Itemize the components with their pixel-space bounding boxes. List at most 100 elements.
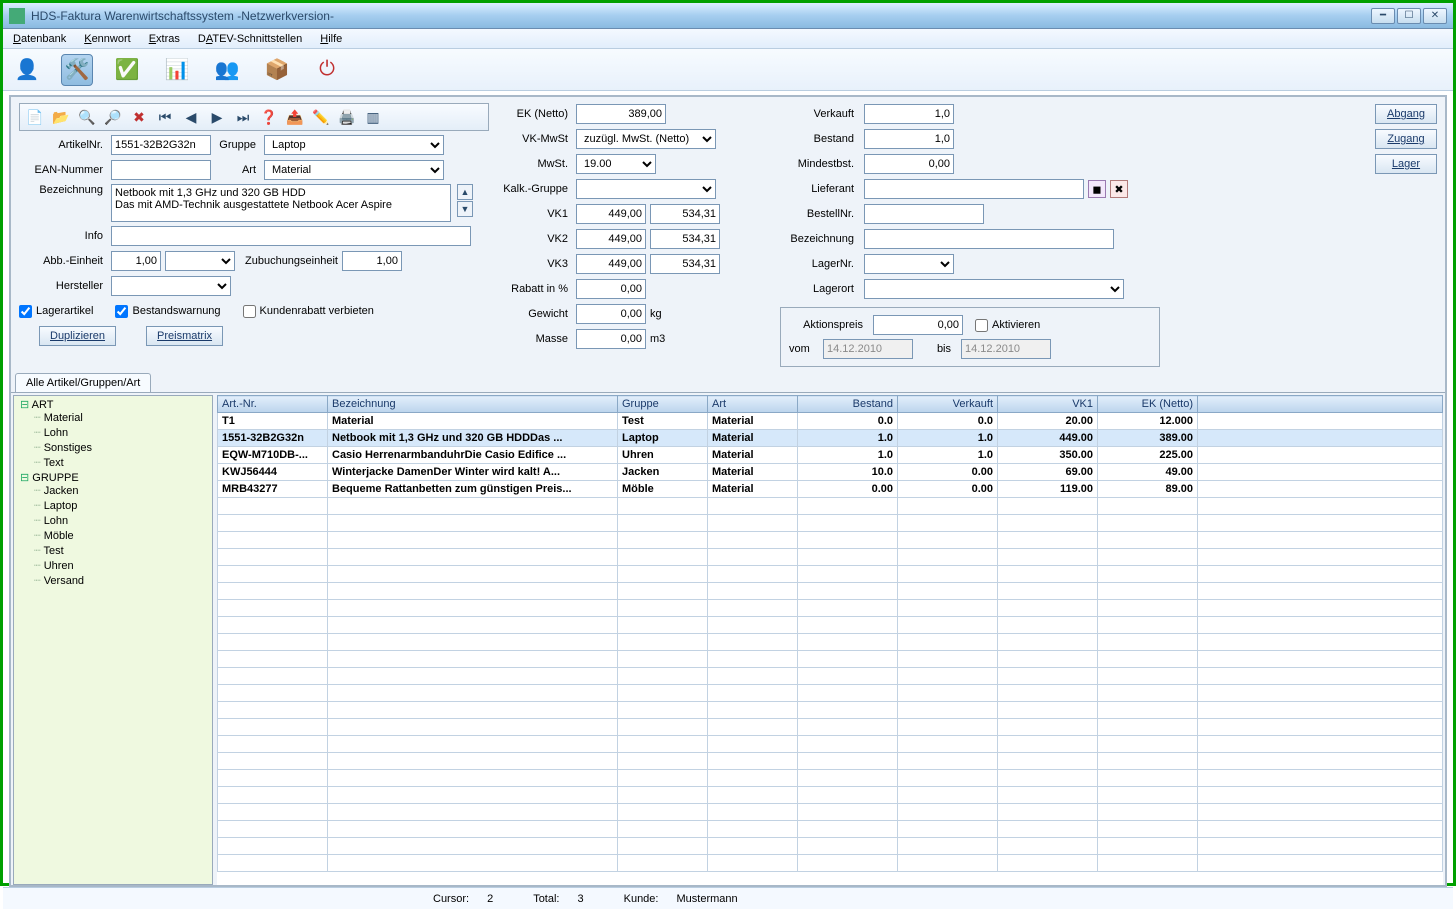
table-row[interactable] <box>218 549 1443 566</box>
menu-extras[interactable]: Extras <box>149 33 180 45</box>
chart-icon[interactable]: 📊 <box>161 54 193 86</box>
table-row[interactable] <box>218 532 1443 549</box>
tree-item[interactable]: Möble <box>34 529 206 544</box>
artikelnr-input[interactable] <box>111 135 211 155</box>
bestandswarnung-checkbox[interactable]: Bestandswarnung <box>115 305 220 318</box>
table-row[interactable] <box>218 736 1443 753</box>
vk3-input[interactable] <box>576 254 646 274</box>
zubuchung-input[interactable] <box>342 251 402 271</box>
table-row[interactable] <box>218 855 1443 872</box>
table-row[interactable]: EQW-M710DB-...Casio HerrenarmbanduhrDie … <box>218 447 1443 464</box>
table-row[interactable] <box>218 498 1443 515</box>
table-row[interactable] <box>218 804 1443 821</box>
lagerort-select[interactable] <box>864 279 1124 299</box>
table-row[interactable] <box>218 515 1443 532</box>
menu-kennwort[interactable]: Kennwort <box>84 33 130 45</box>
kalkgruppe-select[interactable] <box>576 179 716 199</box>
vk1-gross[interactable] <box>650 204 720 224</box>
table-row[interactable] <box>218 583 1443 600</box>
table-row[interactable] <box>218 668 1443 685</box>
last-icon[interactable]: ⏭ <box>232 106 254 128</box>
tree-art-root[interactable]: ART <box>20 398 206 411</box>
tree-panel[interactable]: ART MaterialLohnSonstigesText GRUPPE Jac… <box>13 395 213 885</box>
table-row[interactable] <box>218 702 1443 719</box>
table-row[interactable] <box>218 634 1443 651</box>
close-button[interactable]: ✕ <box>1423 8 1447 24</box>
article-grid[interactable]: Art.-Nr. Bezeichnung Gruppe Art Bestand … <box>217 395 1443 872</box>
package-icon[interactable]: 📦 <box>261 54 293 86</box>
new-icon[interactable]: 📄 <box>24 106 46 128</box>
kundenrabatt-checkbox[interactable]: Kundenrabatt verbieten <box>243 305 374 318</box>
table-row[interactable]: MRB43277Bequeme Rattanbetten zum günstig… <box>218 481 1443 498</box>
tree-item[interactable]: Lohn <box>34 426 206 441</box>
col-bezeichnung[interactable]: Bezeichnung <box>328 396 618 413</box>
abgang-button[interactable]: Abgang <box>1375 104 1437 124</box>
search-icon[interactable]: 🔍 <box>76 106 98 128</box>
prev-icon[interactable]: ◀ <box>180 106 202 128</box>
aktivieren-checkbox[interactable]: Aktivieren <box>975 319 1040 332</box>
lieferant-clear-icon[interactable]: ✖ <box>1110 180 1128 198</box>
menu-datenbank[interactable]: DDatenbankatenbank <box>13 33 66 45</box>
table-row[interactable]: 1551-32B2G32nNetbook mit 1,3 GHz und 320… <box>218 430 1443 447</box>
tab-alle-artikel[interactable]: Alle Artikel/Gruppen/Art <box>15 373 151 392</box>
aktionspreis-input[interactable] <box>873 315 963 335</box>
duplizieren-button[interactable]: Duplizieren <box>39 326 116 346</box>
tree-item[interactable]: Sonstiges <box>34 441 206 456</box>
barcode-icon[interactable]: ▥ <box>362 106 384 128</box>
tree-item[interactable]: Jacken <box>34 484 206 499</box>
delete-icon[interactable]: ✖ <box>128 106 150 128</box>
first-icon[interactable]: ⏮ <box>154 106 176 128</box>
gewicht-input[interactable] <box>576 304 646 324</box>
col-art[interactable]: Art <box>708 396 798 413</box>
table-row[interactable] <box>218 770 1443 787</box>
bezeichnung2-input[interactable] <box>864 229 1114 249</box>
ek-input[interactable] <box>576 104 666 124</box>
tree-item[interactable]: Lohn <box>34 514 206 529</box>
table-row[interactable]: T1MaterialTestMaterial0.00.020.0012.000 <box>218 413 1443 430</box>
help-icon[interactable]: ❓ <box>258 106 280 128</box>
menu-hilfe[interactable]: Hilfe <box>320 33 342 45</box>
table-row[interactable] <box>218 566 1443 583</box>
col-ek[interactable]: EK (Netto) <box>1098 396 1198 413</box>
edit-icon[interactable]: ✏️ <box>310 106 332 128</box>
rabatt-input[interactable] <box>576 279 646 299</box>
bezeichnung-up-icon[interactable]: ▲ <box>457 184 473 200</box>
mindestbst-input[interactable] <box>864 154 954 174</box>
art-select[interactable]: Material <box>264 160 444 180</box>
table-row[interactable] <box>218 651 1443 668</box>
col-gruppe[interactable]: Gruppe <box>618 396 708 413</box>
zugang-button[interactable]: Zugang <box>1375 129 1437 149</box>
table-row[interactable] <box>218 685 1443 702</box>
table-row[interactable] <box>218 787 1443 804</box>
check-icon[interactable]: ✅ <box>111 54 143 86</box>
col-artnr[interactable]: Art.-Nr. <box>218 396 328 413</box>
bis-date[interactable] <box>961 339 1051 359</box>
tools-icon[interactable]: 🛠️ <box>61 54 93 86</box>
verkauft-input[interactable] <box>864 104 954 124</box>
user-icon[interactable]: 👤 <box>11 54 43 86</box>
table-row[interactable] <box>218 838 1443 855</box>
vk2-input[interactable] <box>576 229 646 249</box>
tree-item[interactable]: Uhren <box>34 559 206 574</box>
table-row[interactable] <box>218 600 1443 617</box>
power-icon[interactable]: ⏻ <box>311 54 343 86</box>
lieferant-input[interactable] <box>864 179 1084 199</box>
tree-item[interactable]: Versand <box>34 574 206 589</box>
bestellnr-input[interactable] <box>864 204 984 224</box>
table-row[interactable] <box>218 753 1443 770</box>
col-bestand[interactable]: Bestand <box>798 396 898 413</box>
tree-gruppe-root[interactable]: GRUPPE <box>20 471 206 484</box>
table-row[interactable] <box>218 821 1443 838</box>
print-icon[interactable]: 🖨️ <box>336 106 358 128</box>
abb-einheit-select[interactable] <box>165 251 235 271</box>
col-verkauft[interactable]: Verkauft <box>898 396 998 413</box>
tree-item[interactable]: Text <box>34 456 206 471</box>
tree-item[interactable]: Material <box>34 411 206 426</box>
zoom-icon[interactable]: 🔎 <box>102 106 124 128</box>
tree-item[interactable]: Laptop <box>34 499 206 514</box>
col-vk1[interactable]: VK1 <box>998 396 1098 413</box>
preismatrix-button[interactable]: Preismatrix <box>146 326 223 346</box>
bezeichnung-textarea[interactable] <box>111 184 451 222</box>
next-icon[interactable]: ▶ <box>206 106 228 128</box>
masse-input[interactable] <box>576 329 646 349</box>
